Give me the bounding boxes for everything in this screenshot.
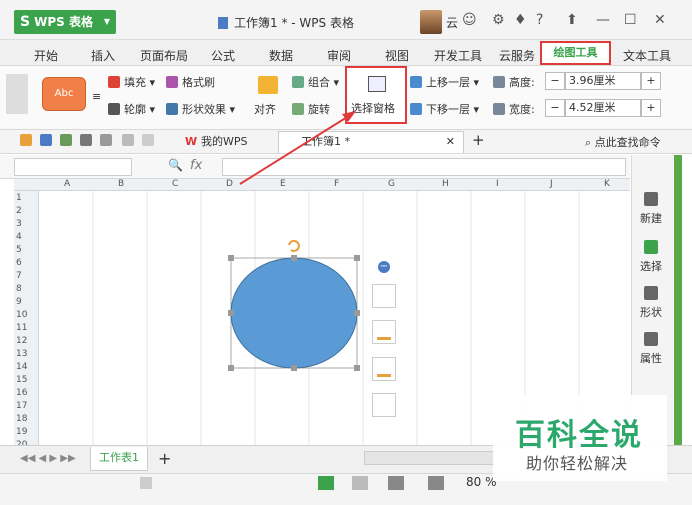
status-icon[interactable] (140, 477, 152, 489)
panel-new[interactable]: 新建 (632, 192, 670, 226)
panel-edge[interactable] (674, 155, 682, 445)
normal-view-icon[interactable] (318, 476, 334, 490)
arrow-head-icon (342, 111, 356, 122)
sheet-tab[interactable]: 工作表1 (90, 447, 148, 471)
horizontal-scrollbar[interactable] (364, 451, 494, 465)
shapes-icon (644, 286, 658, 300)
new-icon (644, 192, 658, 206)
watermark-subtitle: 助你轻松解决 (526, 454, 629, 473)
page-layout-view-icon[interactable] (352, 476, 368, 490)
outline-color-swatch (377, 374, 391, 377)
layers-icon[interactable] (372, 393, 396, 417)
add-sheet-icon[interactable]: + (158, 449, 171, 468)
page-break-view-icon[interactable] (388, 476, 404, 490)
rotate-handle-icon[interactable] (288, 239, 300, 252)
ellipse-shape[interactable] (230, 257, 358, 369)
select-icon (644, 240, 658, 254)
fill-color-icon[interactable] (372, 320, 396, 344)
edit-shape-icon[interactable] (372, 284, 396, 308)
sheet-nav-icon[interactable]: ◀◀ ◀ ▶ ▶▶ (20, 453, 76, 464)
fill-color-swatch (377, 337, 391, 340)
properties-icon (644, 332, 658, 346)
panel-shapes[interactable]: 形状 (632, 286, 670, 320)
zoom-level[interactable]: 80 % (466, 475, 497, 489)
panel-select[interactable]: 选择 (632, 240, 670, 274)
watermark-title: 百科全说 (515, 418, 643, 453)
reading-mode-icon[interactable] (428, 476, 444, 490)
panel-properties[interactable]: 属性 (632, 332, 670, 366)
collapse-icon[interactable]: − (378, 261, 390, 273)
outline-color-icon[interactable] (372, 357, 396, 381)
callout-arrow (239, 113, 353, 185)
